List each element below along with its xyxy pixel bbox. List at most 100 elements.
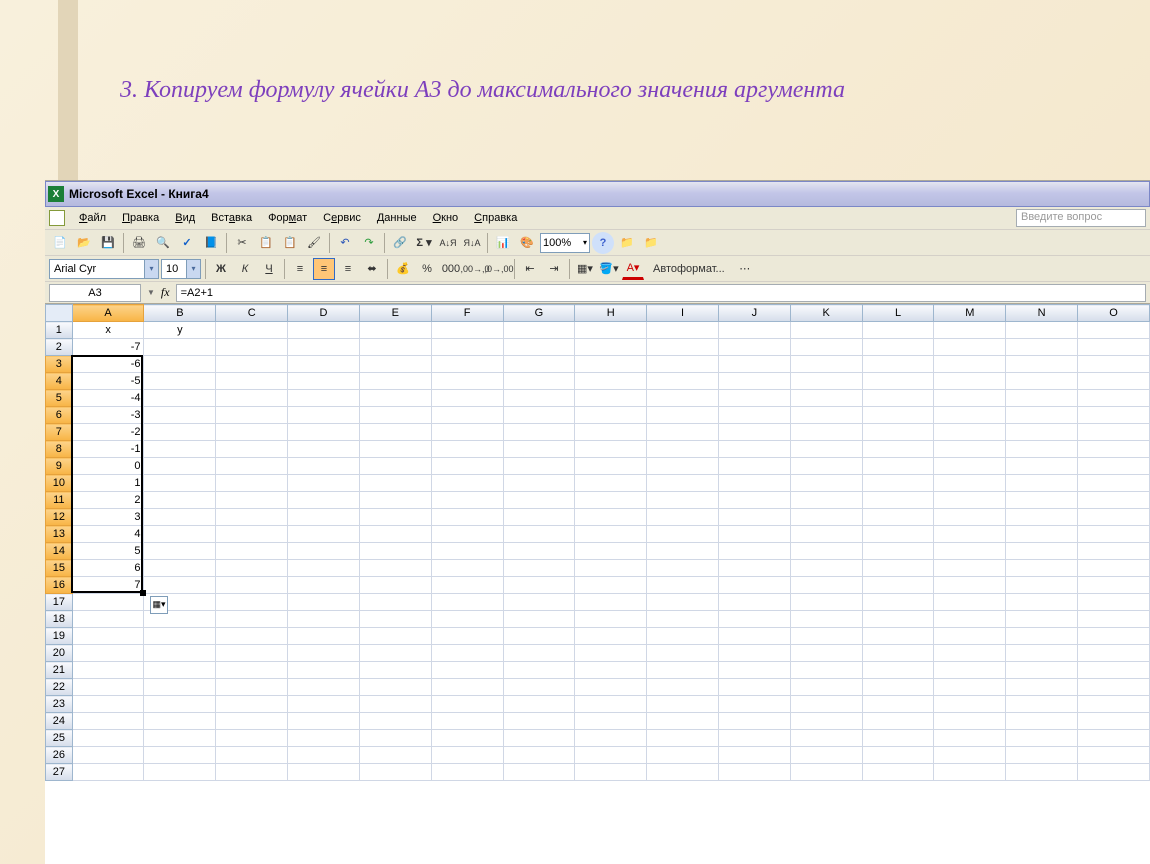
cell-B3[interactable] [144,356,216,373]
cell-A14[interactable]: 5 [72,543,144,560]
cell-K16[interactable] [790,577,862,594]
row-header-22[interactable]: 22 [46,679,73,696]
cell-D20[interactable] [288,645,360,662]
cell-E11[interactable] [359,492,431,509]
cell-M27[interactable] [934,764,1006,781]
row-header-12[interactable]: 12 [46,509,73,526]
cell-O16[interactable] [1078,577,1150,594]
cell-D6[interactable] [288,407,360,424]
cell-B1[interactable]: y [144,322,216,339]
cell-J6[interactable] [718,407,790,424]
cell-H12[interactable] [575,509,647,526]
cell-H11[interactable] [575,492,647,509]
cell-G9[interactable] [503,458,575,475]
cell-E16[interactable] [359,577,431,594]
cell-I18[interactable] [647,611,719,628]
cell-K15[interactable] [790,560,862,577]
cell-D2[interactable] [288,339,360,356]
cell-H19[interactable] [575,628,647,645]
cell-H17[interactable] [575,594,647,611]
cell-I26[interactable] [647,747,719,764]
cell-G23[interactable] [503,696,575,713]
cell-L1[interactable] [862,322,934,339]
cell-E23[interactable] [359,696,431,713]
cell-G14[interactable] [503,543,575,560]
cell-F12[interactable] [431,509,503,526]
cell-C12[interactable] [216,509,288,526]
cell-N7[interactable] [1006,424,1078,441]
cell-E27[interactable] [359,764,431,781]
cell-H1[interactable] [575,322,647,339]
align-left-icon[interactable]: ≡ [289,258,311,280]
cell-I7[interactable] [647,424,719,441]
cell-O2[interactable] [1078,339,1150,356]
cell-J26[interactable] [718,747,790,764]
row-header-20[interactable]: 20 [46,645,73,662]
cell-H20[interactable] [575,645,647,662]
cell-B10[interactable] [144,475,216,492]
cell-H25[interactable] [575,730,647,747]
cell-N20[interactable] [1006,645,1078,662]
cell-G13[interactable] [503,526,575,543]
cell-D12[interactable] [288,509,360,526]
cell-I6[interactable] [647,407,719,424]
row-header-18[interactable]: 18 [46,611,73,628]
autofill-options-icon[interactable]: ▦▾ [150,596,168,614]
cell-M19[interactable] [934,628,1006,645]
cell-K17[interactable] [790,594,862,611]
cell-A13[interactable]: 4 [72,526,144,543]
cell-O14[interactable] [1078,543,1150,560]
row-header-5[interactable]: 5 [46,390,73,407]
cell-N25[interactable] [1006,730,1078,747]
cell-A19[interactable] [72,628,144,645]
cell-J12[interactable] [718,509,790,526]
hyperlink-icon[interactable]: 🔗 [389,232,411,254]
cell-F24[interactable] [431,713,503,730]
cell-H22[interactable] [575,679,647,696]
format-painter-icon[interactable]: 🖌 [303,232,325,254]
cell-H16[interactable] [575,577,647,594]
cell-G10[interactable] [503,475,575,492]
cell-K9[interactable] [790,458,862,475]
cell-K4[interactable] [790,373,862,390]
cell-C24[interactable] [216,713,288,730]
col-header-I[interactable]: I [647,305,719,322]
cell-F3[interactable] [431,356,503,373]
cell-K19[interactable] [790,628,862,645]
cell-F26[interactable] [431,747,503,764]
cell-A23[interactable] [72,696,144,713]
cell-J14[interactable] [718,543,790,560]
cell-F16[interactable] [431,577,503,594]
cell-K8[interactable] [790,441,862,458]
cell-F21[interactable] [431,662,503,679]
cell-O3[interactable] [1078,356,1150,373]
cell-H6[interactable] [575,407,647,424]
cell-D4[interactable] [288,373,360,390]
cell-B11[interactable] [144,492,216,509]
cell-E18[interactable] [359,611,431,628]
row-header-11[interactable]: 11 [46,492,73,509]
cell-F23[interactable] [431,696,503,713]
cell-A8[interactable]: -1 [72,441,144,458]
cell-M1[interactable] [934,322,1006,339]
cell-N15[interactable] [1006,560,1078,577]
cell-C2[interactable] [216,339,288,356]
menu-format[interactable]: Формат [262,210,313,226]
spreadsheet-grid[interactable]: ABCDEFGHIJKLMNO1xy2-73-64-55-46-37-28-19… [45,304,1150,864]
cell-L18[interactable] [862,611,934,628]
cell-L14[interactable] [862,543,934,560]
row-header-14[interactable]: 14 [46,543,73,560]
cell-A11[interactable]: 2 [72,492,144,509]
cell-I25[interactable] [647,730,719,747]
cell-D26[interactable] [288,747,360,764]
cell-C10[interactable] [216,475,288,492]
cell-I24[interactable] [647,713,719,730]
title-bar[interactable]: X Microsoft Excel - Книга4 [45,181,1150,207]
cell-O21[interactable] [1078,662,1150,679]
cell-I16[interactable] [647,577,719,594]
cell-D22[interactable] [288,679,360,696]
cell-I17[interactable] [647,594,719,611]
cell-N6[interactable] [1006,407,1078,424]
row-header-10[interactable]: 10 [46,475,73,492]
col-header-H[interactable]: H [575,305,647,322]
